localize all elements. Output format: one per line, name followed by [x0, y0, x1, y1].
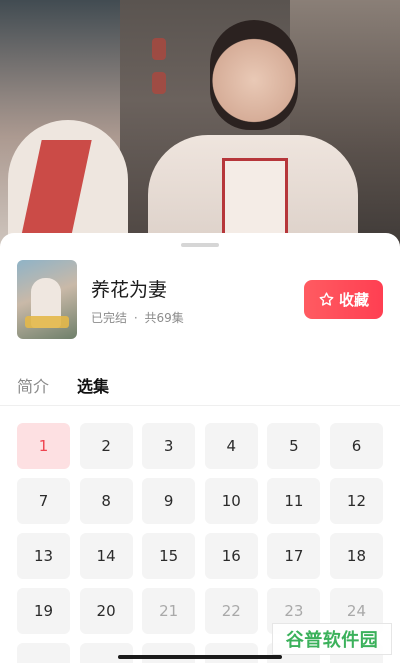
- episode-tile[interactable]: 22: [204, 588, 258, 634]
- episode-tile[interactable]: 5: [267, 423, 321, 469]
- episode-sheet: 养花为妻 已完结 · 共69集 收藏 简介 选集 1 2 3 4 5 6 7 8 9 10 11 12…: [0, 233, 400, 666]
- favorite-button[interactable]: 收藏: [304, 280, 383, 319]
- episode-tile-partial[interactable]: [204, 643, 258, 663]
- episode-tile[interactable]: 20: [79, 588, 133, 634]
- meta-separator: ·: [133, 311, 138, 325]
- actress-head: [210, 20, 298, 130]
- episode-tile[interactable]: 16: [204, 533, 258, 579]
- episode-tile[interactable]: 10: [204, 478, 258, 524]
- episode-tile[interactable]: 8: [79, 478, 133, 524]
- episode-tile[interactable]: 11: [267, 478, 321, 524]
- episode-tile-partial[interactable]: [79, 643, 133, 663]
- episode-tile[interactable]: 4: [204, 423, 258, 469]
- episode-tile-partial[interactable]: [142, 643, 196, 663]
- episode-tile[interactable]: 17: [267, 533, 321, 579]
- watermark-logo: 谷普软件园: [272, 623, 392, 655]
- episode-count: 共69集: [144, 311, 184, 325]
- lantern-decoration: [152, 38, 166, 60]
- episode-tile[interactable]: 13: [17, 533, 70, 579]
- episode-tile[interactable]: 2: [79, 423, 133, 469]
- episode-tile-partial[interactable]: [17, 643, 70, 663]
- cover-title-art: [25, 316, 69, 328]
- episode-tile[interactable]: 19: [17, 588, 70, 634]
- episode-tile[interactable]: 18: [329, 533, 383, 579]
- favorite-label: 收藏: [338, 292, 369, 309]
- episode-tile[interactable]: 7: [17, 478, 70, 524]
- drama-title: 养花为妻: [91, 279, 168, 301]
- drama-status: 已完结: [91, 311, 128, 325]
- episode-tile[interactable]: 1: [17, 423, 70, 469]
- star-outline-icon: [319, 292, 334, 306]
- episode-tile[interactable]: 21: [142, 588, 196, 634]
- sheet-drag-handle[interactable]: [181, 243, 219, 247]
- lantern-decoration: [152, 72, 166, 94]
- episode-tile[interactable]: 14: [79, 533, 133, 579]
- tab-intro[interactable]: 简介: [17, 373, 49, 397]
- episode-tile[interactable]: 9: [142, 478, 196, 524]
- drama-cover[interactable]: [17, 260, 77, 339]
- episode-tile[interactable]: 3: [142, 423, 196, 469]
- episode-tile[interactable]: 15: [142, 533, 196, 579]
- tab-episodes[interactable]: 选集: [77, 373, 109, 397]
- drama-meta: 已完结 · 共69集: [91, 309, 184, 326]
- video-player[interactable]: [0, 0, 400, 250]
- tab-bar: 简介 选集: [0, 370, 400, 406]
- episode-tile[interactable]: 12: [329, 478, 383, 524]
- home-indicator[interactable]: [118, 655, 282, 659]
- episode-tile[interactable]: 6: [329, 423, 383, 469]
